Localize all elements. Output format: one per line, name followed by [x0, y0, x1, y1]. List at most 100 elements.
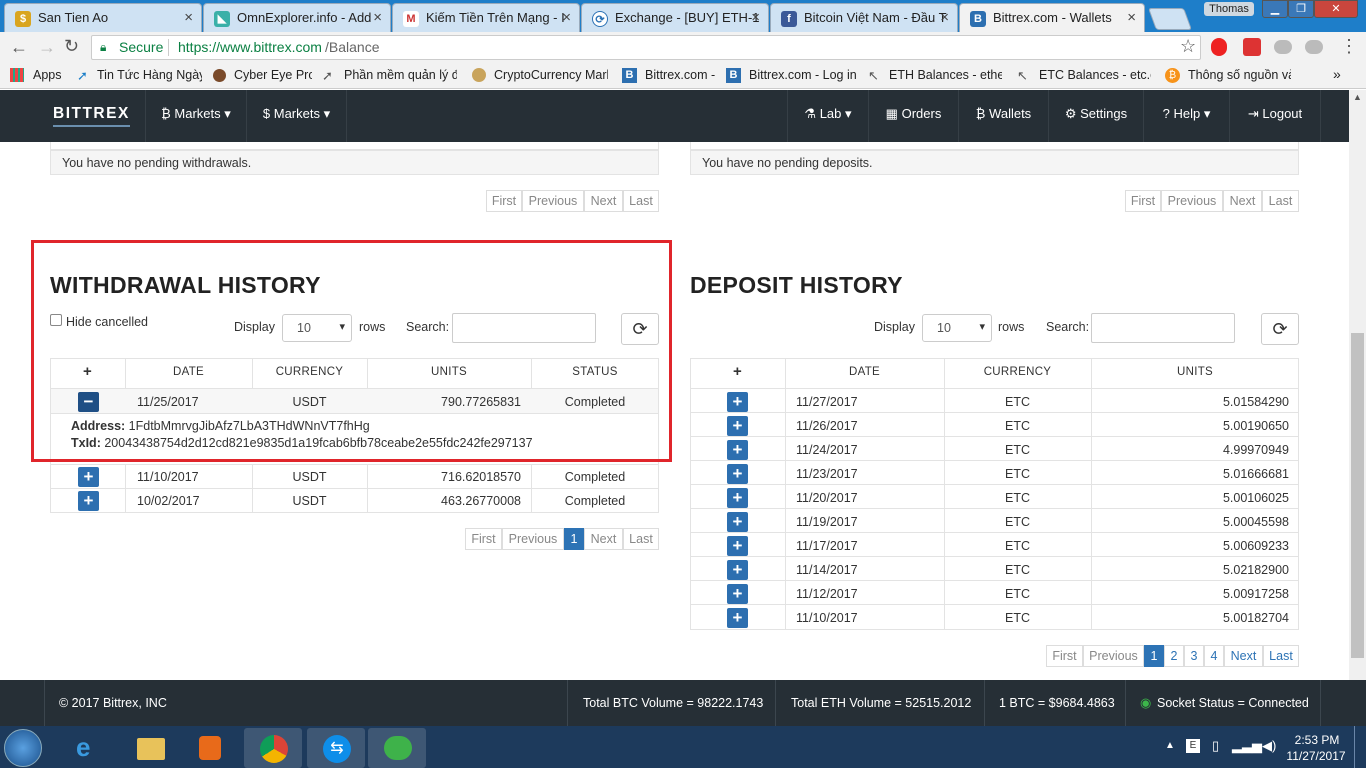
col-units[interactable]: UNITS	[1091, 366, 1299, 378]
pending-d-last[interactable]: Last	[1262, 190, 1299, 212]
expand-all-header[interactable]: +	[690, 363, 785, 380]
bookmark-eth-balances[interactable]: ETH Balances - ethern	[889, 68, 1002, 82]
deposit-next[interactable]: Next	[1224, 645, 1263, 667]
expand-row-button[interactable]: +	[78, 491, 99, 511]
nav-help[interactable]: ? Help ▾	[1143, 90, 1229, 142]
deposit-page-1[interactable]: 1	[1144, 645, 1164, 667]
expand-row-button[interactable]: +	[727, 560, 748, 580]
expand-row-button[interactable]: +	[727, 536, 748, 556]
show-desktop-button[interactable]	[1354, 726, 1366, 768]
star-icon[interactable]: ☆	[1180, 36, 1196, 57]
pending-w-first[interactable]: First	[486, 190, 522, 212]
nav-logout[interactable]: ⇥ Logout	[1229, 90, 1321, 142]
ie-icon[interactable]: e	[62, 728, 120, 768]
forward-arrow-icon[interactable]: →	[38, 37, 56, 58]
start-button[interactable]	[4, 729, 42, 767]
expand-row-button[interactable]: +	[727, 584, 748, 604]
back-arrow-icon[interactable]: ←	[10, 37, 28, 58]
download-manager-icon[interactable]	[368, 728, 426, 768]
expand-row-button[interactable]: +	[727, 512, 748, 532]
scrollbar-thumb[interactable]	[1351, 333, 1364, 658]
close-icon[interactable]: ×	[562, 9, 571, 26]
deposit-search-input[interactable]	[1091, 313, 1235, 343]
close-icon[interactable]: ×	[184, 9, 193, 26]
bookmark-cyber-eye[interactable]: Cyber Eye Pro	[234, 68, 312, 82]
bookmark-tin-tuc[interactable]: Tin Tức Hàng Ngày	[97, 68, 202, 82]
deposit-page-3[interactable]: 3	[1184, 645, 1204, 667]
explorer-icon[interactable]	[121, 728, 179, 768]
nav-wallets[interactable]: ₿ Wallets	[958, 90, 1048, 142]
expand-row-button[interactable]: +	[727, 464, 748, 484]
tray-expand-icon[interactable]: ▲	[1165, 740, 1175, 751]
minimize-button[interactable]: ▁	[1262, 0, 1288, 18]
bookmark-bittrex[interactable]: Bittrex.com -	[645, 68, 715, 82]
deposit-first[interactable]: First	[1046, 645, 1083, 667]
deposit-previous[interactable]: Previous	[1083, 645, 1144, 667]
maximize-button[interactable]: ❐	[1288, 0, 1314, 18]
pending-d-previous[interactable]: Previous	[1161, 190, 1223, 212]
bookmark-bittrex-login[interactable]: Bittrex.com - Log in	[749, 68, 857, 82]
close-icon[interactable]: ×	[1127, 9, 1136, 26]
expand-row-button[interactable]: +	[727, 440, 748, 460]
tab-bittrex-wallets[interactable]: B Bittrex.com - Wallets ×	[959, 3, 1145, 32]
deposit-last[interactable]: Last	[1263, 645, 1299, 667]
deposit-page-2[interactable]: 2	[1164, 645, 1184, 667]
expand-row-button[interactable]: +	[727, 608, 748, 628]
bookmark-etc-balances[interactable]: ETC Balances - etc.etl	[1039, 68, 1151, 82]
tab-exchange[interactable]: ⟳ Exchange - [BUY] ETH-1 ×	[581, 3, 769, 32]
deposit-page-4[interactable]: 4	[1204, 645, 1224, 667]
withdrawal-next[interactable]: Next	[584, 528, 623, 550]
withdrawal-last[interactable]: Last	[623, 528, 659, 550]
volume-icon[interactable]: ◀)	[1262, 738, 1276, 754]
pending-w-last[interactable]: Last	[623, 190, 659, 212]
bookmark-phan-mem[interactable]: Phần mềm quản lý đạ	[344, 68, 457, 82]
bookmark-thong-so[interactable]: Thông số nguồn và tí	[1188, 68, 1291, 82]
bookmark-apps[interactable]: Apps	[33, 68, 62, 82]
url-field[interactable]: 🔒︎ Secure https://www.bittrex.com/Balanc…	[91, 35, 1201, 60]
tab-omnexplorer[interactable]: ◣ OmnExplorer.info - Add ×	[203, 3, 391, 32]
nav-settings[interactable]: ⚙ Settings	[1048, 90, 1143, 142]
apps-grid-icon[interactable]	[10, 68, 24, 82]
opera-icon[interactable]	[1211, 38, 1227, 56]
tab-san-tien-ao[interactable]: $ San Tien Ao ×	[4, 3, 202, 32]
extension-gray-icon[interactable]	[1305, 40, 1323, 54]
withdrawal-page-1[interactable]: 1	[564, 528, 584, 550]
network-icon[interactable]: ▂▃▅	[1232, 738, 1262, 754]
expand-row-button[interactable]: +	[78, 467, 99, 487]
withdrawal-first[interactable]: First	[465, 528, 502, 550]
clock-time[interactable]: 2:53 PM	[1294, 733, 1340, 747]
close-window-button[interactable]: ✕	[1314, 0, 1358, 18]
close-icon[interactable]: ×	[940, 9, 949, 26]
clock-date[interactable]: 11/27/2017	[1283, 749, 1349, 763]
expand-row-button[interactable]: +	[727, 488, 748, 508]
expand-row-button[interactable]: +	[727, 392, 748, 412]
col-date[interactable]: DATE	[785, 366, 944, 378]
nav-usd-markets[interactable]: $ Markets ▾	[246, 90, 347, 142]
close-icon[interactable]: ×	[751, 9, 760, 26]
close-icon[interactable]: ×	[373, 9, 382, 26]
pending-w-previous[interactable]: Previous	[522, 190, 584, 212]
new-tab-button[interactable]	[1147, 8, 1193, 30]
extension-gray-icon[interactable]	[1274, 40, 1292, 54]
bookmark-cryptocurrency[interactable]: CryptoCurrency Mark	[494, 68, 608, 82]
pending-w-next[interactable]: Next	[584, 190, 623, 212]
chrome-icon[interactable]	[244, 728, 302, 768]
expand-row-button[interactable]: +	[727, 416, 748, 436]
col-currency[interactable]: CURRENCY	[944, 366, 1091, 378]
scroll-up-icon[interactable]: ▲	[1353, 92, 1362, 102]
nav-lab[interactable]: ⚗ Lab ▾	[787, 90, 868, 142]
more-bookmarks-button[interactable]: »	[1333, 66, 1341, 82]
reload-icon[interactable]: ↻	[64, 36, 79, 57]
battery-icon[interactable]: ▯	[1212, 738, 1219, 754]
bittrex-logo[interactable]: BITTREX	[53, 105, 130, 127]
extension-red-icon[interactable]	[1243, 38, 1261, 56]
deposit-refresh-button[interactable]: ⟳	[1261, 313, 1299, 345]
tab-facebook[interactable]: f Bitcoin Việt Nam - Đầu T ×	[770, 3, 958, 32]
media-player-icon[interactable]	[180, 728, 238, 768]
nav-orders[interactable]: ▦ Orders	[868, 90, 958, 142]
pending-d-first[interactable]: First	[1125, 190, 1161, 212]
nav-btc-markets[interactable]: ₿ Markets ▾	[145, 90, 246, 142]
withdrawal-previous[interactable]: Previous	[502, 528, 564, 550]
keyboard-language-icon[interactable]: E	[1186, 739, 1200, 753]
teamviewer-icon[interactable]: ⇆	[307, 728, 365, 768]
